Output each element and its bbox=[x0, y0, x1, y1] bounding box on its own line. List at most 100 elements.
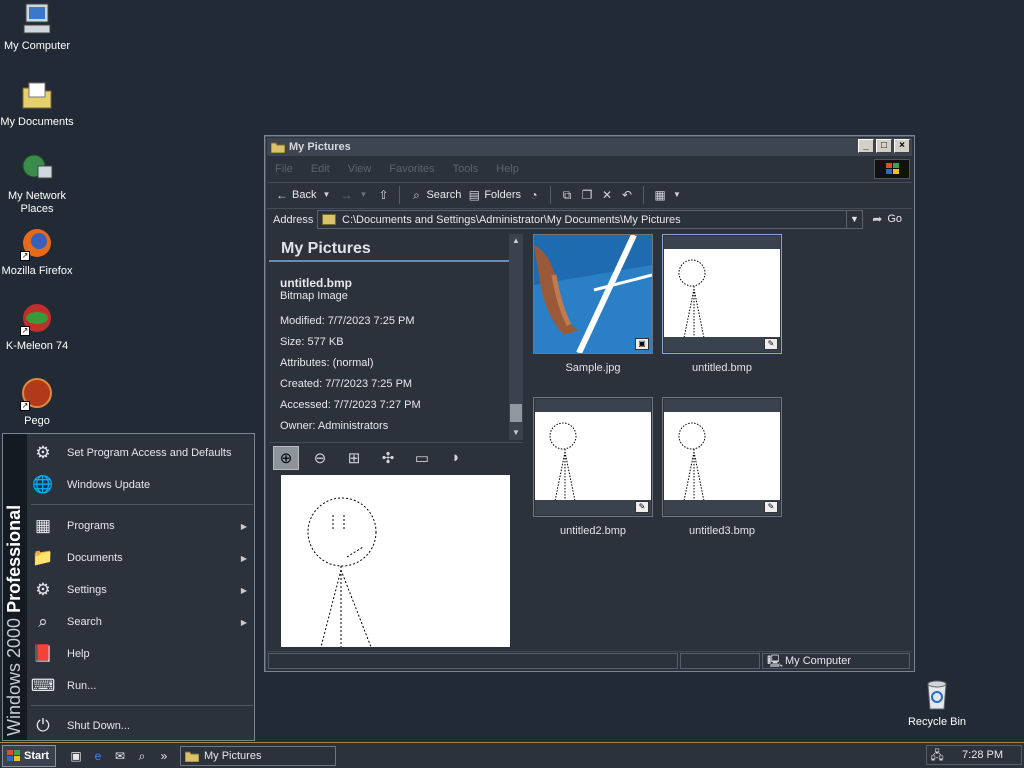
menu-favorites[interactable]: Favorites bbox=[389, 163, 434, 175]
up-folder-button[interactable]: ⇧ bbox=[376, 188, 390, 202]
stick-figure-thumbnail bbox=[549, 422, 577, 502]
desktop-icon-label: K-Meleon 74 bbox=[5, 340, 69, 352]
details-scrollbar[interactable]: ▲ ▼ bbox=[509, 234, 523, 440]
menu-help[interactable]: Help bbox=[496, 163, 519, 175]
status-zone-cell: 🖳 My Computer bbox=[762, 653, 910, 669]
back-button[interactable]: ← Back ▼ bbox=[275, 188, 333, 202]
back-label: Back bbox=[292, 188, 317, 201]
start-item-documents[interactable]: 📁 Documents ▶ bbox=[29, 543, 253, 573]
start-item-programs[interactable]: ▦ Programs ▶ bbox=[29, 511, 253, 541]
details-pane: My Pictures untitled.bmp Bitmap Image Mo… bbox=[269, 234, 509, 440]
address-input[interactable]: C:\Documents and Settings\Administrator\… bbox=[317, 210, 863, 229]
actual-size-button[interactable]: ✣ bbox=[375, 446, 401, 470]
file-untitled2-bmp[interactable]: ✎ untitled2.bmp bbox=[533, 397, 653, 537]
history-button[interactable]: ◔ bbox=[527, 188, 541, 202]
run-icon: ⌨ bbox=[30, 676, 56, 695]
address-dropdown-button[interactable]: ▼ bbox=[846, 211, 862, 228]
start-item-search[interactable]: ⌕ Search ▶ bbox=[29, 607, 253, 637]
title-bar[interactable]: My Pictures _ □ × bbox=[267, 138, 912, 156]
file-name: untitled.bmp bbox=[692, 362, 752, 374]
more-chevron-icon[interactable]: » bbox=[156, 748, 172, 764]
image-preview[interactable] bbox=[281, 475, 510, 647]
start-item-run[interactable]: ⌨ Run... bbox=[29, 671, 253, 701]
start-button[interactable]: Start bbox=[2, 744, 56, 767]
forward-arrow-icon: → bbox=[340, 187, 353, 202]
desktop-icon-k-meleon[interactable]: ↗ K-Meleon 74 bbox=[0, 302, 74, 353]
file-untitled3-bmp[interactable]: ✎ untitled3.bmp bbox=[662, 397, 782, 537]
menu-edit[interactable]: Edit bbox=[311, 163, 330, 175]
desktop-icon-label: My Computer bbox=[3, 40, 71, 52]
copy-to-button[interactable]: ❐ bbox=[580, 188, 594, 202]
maximize-button[interactable]: □ bbox=[876, 139, 892, 153]
delete-icon: ✕ bbox=[601, 187, 613, 202]
full-screen-button[interactable]: ▭ bbox=[409, 446, 435, 470]
desktop-icon-mozilla-firefox[interactable]: ↗ Mozilla Firefox bbox=[0, 227, 74, 278]
thumbnail: ✎ bbox=[533, 397, 653, 517]
copy-to-icon: ❐ bbox=[581, 187, 593, 202]
full-screen-icon: ▭ bbox=[414, 449, 430, 467]
views-button[interactable]: ▦ ▼ bbox=[653, 188, 684, 202]
zoom-out-button[interactable]: ⊖ bbox=[307, 446, 333, 470]
file-untitled-bmp[interactable]: ✎ untitled.bmp bbox=[662, 234, 782, 374]
start-item-program-access[interactable]: ⚙ Set Program Access and Defaults bbox=[29, 438, 253, 468]
menu-tools[interactable]: Tools bbox=[453, 163, 479, 175]
system-tray: 🖧 7:28 PM bbox=[926, 745, 1022, 765]
close-button[interactable]: × bbox=[894, 139, 910, 153]
explorer-window: My Pictures _ □ × File Edit View Favorit… bbox=[264, 135, 915, 672]
folder-icon bbox=[185, 751, 199, 762]
start-item-shut-down[interactable]: ⏻ Shut Down... bbox=[29, 711, 253, 741]
file-attributes: Attributes: (normal) bbox=[280, 357, 374, 369]
network-tray-icon[interactable]: 🖧 bbox=[930, 748, 944, 762]
file-name: untitled2.bmp bbox=[559, 525, 627, 537]
scroll-up-icon[interactable]: ▲ bbox=[509, 234, 523, 248]
start-item-help[interactable]: 📕 Help bbox=[29, 639, 253, 669]
explorer-icon[interactable]: ⌕ bbox=[134, 748, 150, 764]
desktop-icon-my-computer[interactable]: My Computer bbox=[0, 2, 74, 53]
file-name: untitled3.bmp bbox=[688, 525, 756, 537]
minimize-button[interactable]: _ bbox=[858, 139, 874, 153]
desktop-icon-my-documents[interactable]: My Documents bbox=[0, 78, 74, 129]
folders-button[interactable]: ▤ Folders bbox=[467, 188, 521, 202]
scroll-thumb[interactable] bbox=[510, 404, 522, 422]
chevron-down-icon: ▼ bbox=[322, 189, 331, 199]
folders-icon: ▤ bbox=[468, 187, 480, 202]
quick-launch: ▣ e ✉ ⌕ » bbox=[68, 748, 172, 764]
preview-toolbar: ⊕ ⊖ ⊞ ✣ ▭ ◗ bbox=[269, 442, 523, 472]
move-to-button[interactable]: ⧉ bbox=[560, 188, 574, 202]
actual-size-icon: ✣ bbox=[381, 449, 395, 467]
start-item-settings[interactable]: ⚙ Settings ▶ bbox=[29, 575, 253, 605]
file-size: Size: 577 KB bbox=[280, 336, 344, 348]
taskbar-button-my-pictures[interactable]: My Pictures bbox=[180, 745, 336, 766]
outlook-express-icon[interactable]: ✉ bbox=[112, 748, 128, 764]
show-desktop-icon[interactable]: ▣ bbox=[68, 748, 84, 764]
menu-file[interactable]: File bbox=[275, 163, 293, 175]
folder-icon bbox=[322, 214, 336, 225]
best-fit-button[interactable]: ⊞ bbox=[341, 446, 367, 470]
clock[interactable]: 7:28 PM bbox=[962, 749, 1003, 761]
scroll-down-icon[interactable]: ▼ bbox=[509, 426, 523, 440]
program-access-icon: ⚙ bbox=[35, 443, 51, 462]
file-sample-jpg[interactable]: ▣ Sample.jpg bbox=[533, 234, 653, 374]
file-modified: Modified: 7/7/2023 7:25 PM bbox=[280, 315, 415, 327]
pan-button[interactable]: ◗ bbox=[443, 446, 469, 470]
shut-down-icon: ⏻ bbox=[36, 716, 50, 735]
desktop-icon-my-network-places[interactable]: My Network Places bbox=[0, 152, 74, 216]
bmp-file-type-icon: ✎ bbox=[635, 501, 649, 513]
delete-button[interactable]: ✕ bbox=[600, 188, 614, 202]
undo-button[interactable]: ↶ bbox=[620, 188, 634, 202]
search-icon: ⌕ bbox=[38, 612, 48, 631]
bmp-file-type-icon: ✎ bbox=[764, 338, 778, 350]
desktop-icon-pego[interactable]: ↗ Pego bbox=[0, 377, 74, 428]
go-button[interactable]: ➦ Go bbox=[870, 212, 902, 226]
menu-view[interactable]: View bbox=[348, 163, 372, 175]
start-item-windows-update[interactable]: 🌐 Windows Update bbox=[29, 470, 253, 500]
desktop-icon-label: Mozilla Firefox bbox=[1, 265, 73, 277]
menu-bar: File Edit View Favorites Tools Help bbox=[267, 158, 912, 180]
search-button[interactable]: ⌕ Search bbox=[409, 188, 461, 202]
forward-button[interactable]: → ▼ bbox=[339, 188, 370, 202]
internet-explorer-icon[interactable]: e bbox=[90, 748, 106, 764]
jpg-file-type-icon: ▣ bbox=[635, 338, 649, 350]
zoom-in-button[interactable]: ⊕ bbox=[273, 445, 299, 470]
go-label: Go bbox=[887, 213, 902, 225]
desktop-icon-recycle-bin[interactable]: Recycle Bin bbox=[900, 678, 974, 729]
